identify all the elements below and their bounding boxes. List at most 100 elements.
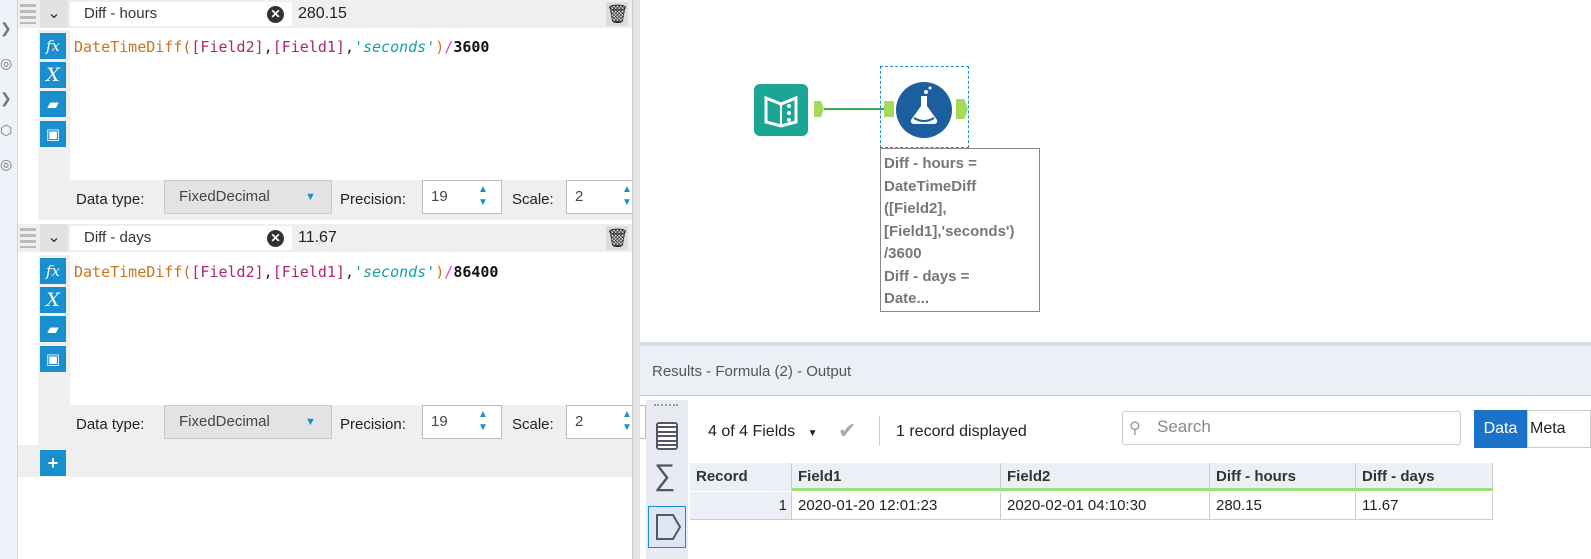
expression-editor[interactable]: fx X ▰ ▣ DateTimeDiff([Field2],[Field1],… xyxy=(18,30,632,180)
open-folder-icon[interactable]: ▰ xyxy=(40,316,66,342)
data-type-label: Data type: xyxy=(76,416,145,433)
divider xyxy=(879,416,880,446)
trash-icon[interactable]: 🗑 xyxy=(606,226,629,250)
records-count: 1 record displayed xyxy=(896,423,1027,440)
search-icon: ⚲ xyxy=(1129,420,1141,437)
annotation-line: /3600 xyxy=(884,245,922,262)
workflow-canvas[interactable]: Diff - hours = DateTimeDiff ([Field2], [… xyxy=(640,0,1591,342)
column-header[interactable]: Diff - days xyxy=(1356,463,1493,491)
expression-header: ⌄ Diff - days ✕ 11.67 🗑 xyxy=(18,224,632,252)
data-type-select[interactable]: FixedDecimal ▼ xyxy=(164,180,332,214)
scale-label: Scale: xyxy=(512,416,554,433)
rows-view-icon[interactable] xyxy=(656,422,678,450)
tab-metadata[interactable]: Meta xyxy=(1527,410,1591,448)
field-name-input[interactable]: Diff - hours xyxy=(70,2,292,26)
output-view-icon[interactable] xyxy=(648,506,686,548)
function-icon[interactable]: fx xyxy=(40,33,66,59)
field-name-input[interactable]: Diff - days xyxy=(70,226,292,250)
input-anchor[interactable] xyxy=(884,101,894,117)
stepper-arrows-icon[interactable]: ▲ ▼ xyxy=(472,408,494,436)
code-operator: / xyxy=(444,263,454,281)
table-cell[interactable]: 2020-01-20 12:01:23 xyxy=(792,492,1001,520)
column-header[interactable]: Field2 xyxy=(1001,463,1210,491)
column-header[interactable]: Field1 xyxy=(792,463,1001,491)
save-icon[interactable]: ▣ xyxy=(40,346,66,372)
expression-code[interactable]: DateTimeDiff([Field2],[Field1],'seconds'… xyxy=(74,263,498,281)
scale-label: Scale: xyxy=(512,191,554,208)
add-expression-bar xyxy=(18,445,632,477)
drag-handle[interactable] xyxy=(20,4,36,24)
variable-icon[interactable]: X xyxy=(40,62,66,88)
tool-palette-strip: ❯ ◎ ❯ ⬡ ◎ xyxy=(0,0,18,559)
tab-data[interactable]: Data xyxy=(1474,410,1527,448)
table-cell[interactable]: 2020-02-01 04:10:30 xyxy=(1001,492,1210,520)
results-toolbar: 4 of 4 Fields ▼ ✔ 1 record displayed ⚲ S… xyxy=(688,400,1591,462)
table-cell[interactable]: 280.15 xyxy=(1210,492,1356,520)
fields-label: 4 of 4 Fields xyxy=(708,423,796,440)
tool-icon[interactable]: ❯ xyxy=(0,90,14,106)
open-folder-icon[interactable]: ▰ xyxy=(40,91,66,117)
preview-value: 11.67 xyxy=(298,229,337,246)
save-icon[interactable]: ▣ xyxy=(40,121,66,147)
summary-sigma-icon[interactable]: ∑ xyxy=(654,458,675,494)
annotation-line: ([Field2], xyxy=(884,200,947,217)
results-title: Results - Formula (2) - Output xyxy=(640,346,1591,396)
data-type-select[interactable]: FixedDecimal ▼ xyxy=(164,405,332,439)
precision-label: Precision: xyxy=(340,191,406,208)
annotation-line: Date... xyxy=(884,290,930,307)
stepper-arrows-icon[interactable]: ▲ ▼ xyxy=(472,183,494,211)
panel-divider[interactable] xyxy=(632,0,640,559)
formula-tool-icon[interactable] xyxy=(896,82,952,138)
code-field: [Field1] xyxy=(272,38,345,56)
trash-icon[interactable]: 🗑 xyxy=(606,2,629,26)
dropdown-arrow-icon: ▼ xyxy=(305,416,316,428)
code-string: 'seconds' xyxy=(353,38,436,56)
code-string: 'seconds' xyxy=(353,263,436,281)
annotation-line: Diff - days = xyxy=(884,267,970,285)
table-cell[interactable]: 11.67 xyxy=(1356,492,1493,520)
chevron-down-icon[interactable]: ⌄ xyxy=(40,0,68,28)
code-field: [Field2] xyxy=(191,263,264,281)
code-field: [Field2] xyxy=(191,38,264,56)
fields-selector[interactable]: 4 of 4 Fields ▼ xyxy=(708,420,818,446)
annotation-line: Diff - hours = xyxy=(884,155,977,172)
drag-handle[interactable] xyxy=(20,228,36,248)
expression-code[interactable]: DateTimeDiff([Field2],[Field1],'seconds'… xyxy=(74,38,489,56)
precision-label: Precision: xyxy=(340,416,406,433)
code-function: DateTimeDiff xyxy=(74,38,183,56)
dropdown-arrow-icon: ▼ xyxy=(807,428,818,439)
code-function: DateTimeDiff xyxy=(74,263,183,281)
tool-icon[interactable]: ◎ xyxy=(0,156,14,172)
output-anchor[interactable] xyxy=(814,101,824,117)
tool-annotation: Diff - hours = DateTimeDiff ([Field2], [… xyxy=(880,148,1040,312)
dropdown-arrow-icon: ▼ xyxy=(305,191,316,203)
code-number: 86400 xyxy=(453,263,499,281)
code-number: 3600 xyxy=(453,38,490,56)
grip-icon[interactable] xyxy=(654,404,678,406)
data-type-label: Data type: xyxy=(76,191,145,208)
chevron-down-icon[interactable]: ⌄ xyxy=(40,224,68,252)
expression-header: ⌄ Diff - hours ✕ 280.15 🗑 xyxy=(18,0,632,28)
record-number: 1 xyxy=(690,492,792,520)
clear-icon[interactable]: ✕ xyxy=(267,6,284,23)
input-data-tool-icon[interactable] xyxy=(754,84,808,136)
check-icon[interactable]: ✔ xyxy=(838,418,856,444)
tool-icon[interactable]: ❯ xyxy=(0,20,14,36)
search-input[interactable]: ⚲ Search xyxy=(1122,411,1461,445)
clear-icon[interactable]: ✕ xyxy=(267,230,284,247)
code-field: [Field1] xyxy=(272,263,345,281)
function-icon[interactable]: fx xyxy=(40,258,66,284)
code-operator: / xyxy=(444,38,454,56)
tool-icon[interactable]: ⬡ xyxy=(0,122,14,138)
search-placeholder: Search xyxy=(1157,417,1211,436)
column-header[interactable]: Diff - hours xyxy=(1210,463,1356,491)
add-expression-button[interactable]: + xyxy=(40,450,66,476)
annotation-line: [Field1],'seconds') xyxy=(884,222,1015,240)
type-options-bar: Data type: FixedDecimal ▼ Precision: 19 ▲… xyxy=(70,405,646,445)
connection-line[interactable] xyxy=(824,108,884,110)
tool-icon[interactable]: ◎ xyxy=(0,55,14,71)
preview-value: 280.15 xyxy=(298,5,347,22)
variable-icon[interactable]: X xyxy=(40,287,66,313)
column-header[interactable]: Record xyxy=(690,463,792,491)
expression-editor[interactable]: fx X ▰ ▣ DateTimeDiff([Field2],[Field1],… xyxy=(18,255,632,405)
